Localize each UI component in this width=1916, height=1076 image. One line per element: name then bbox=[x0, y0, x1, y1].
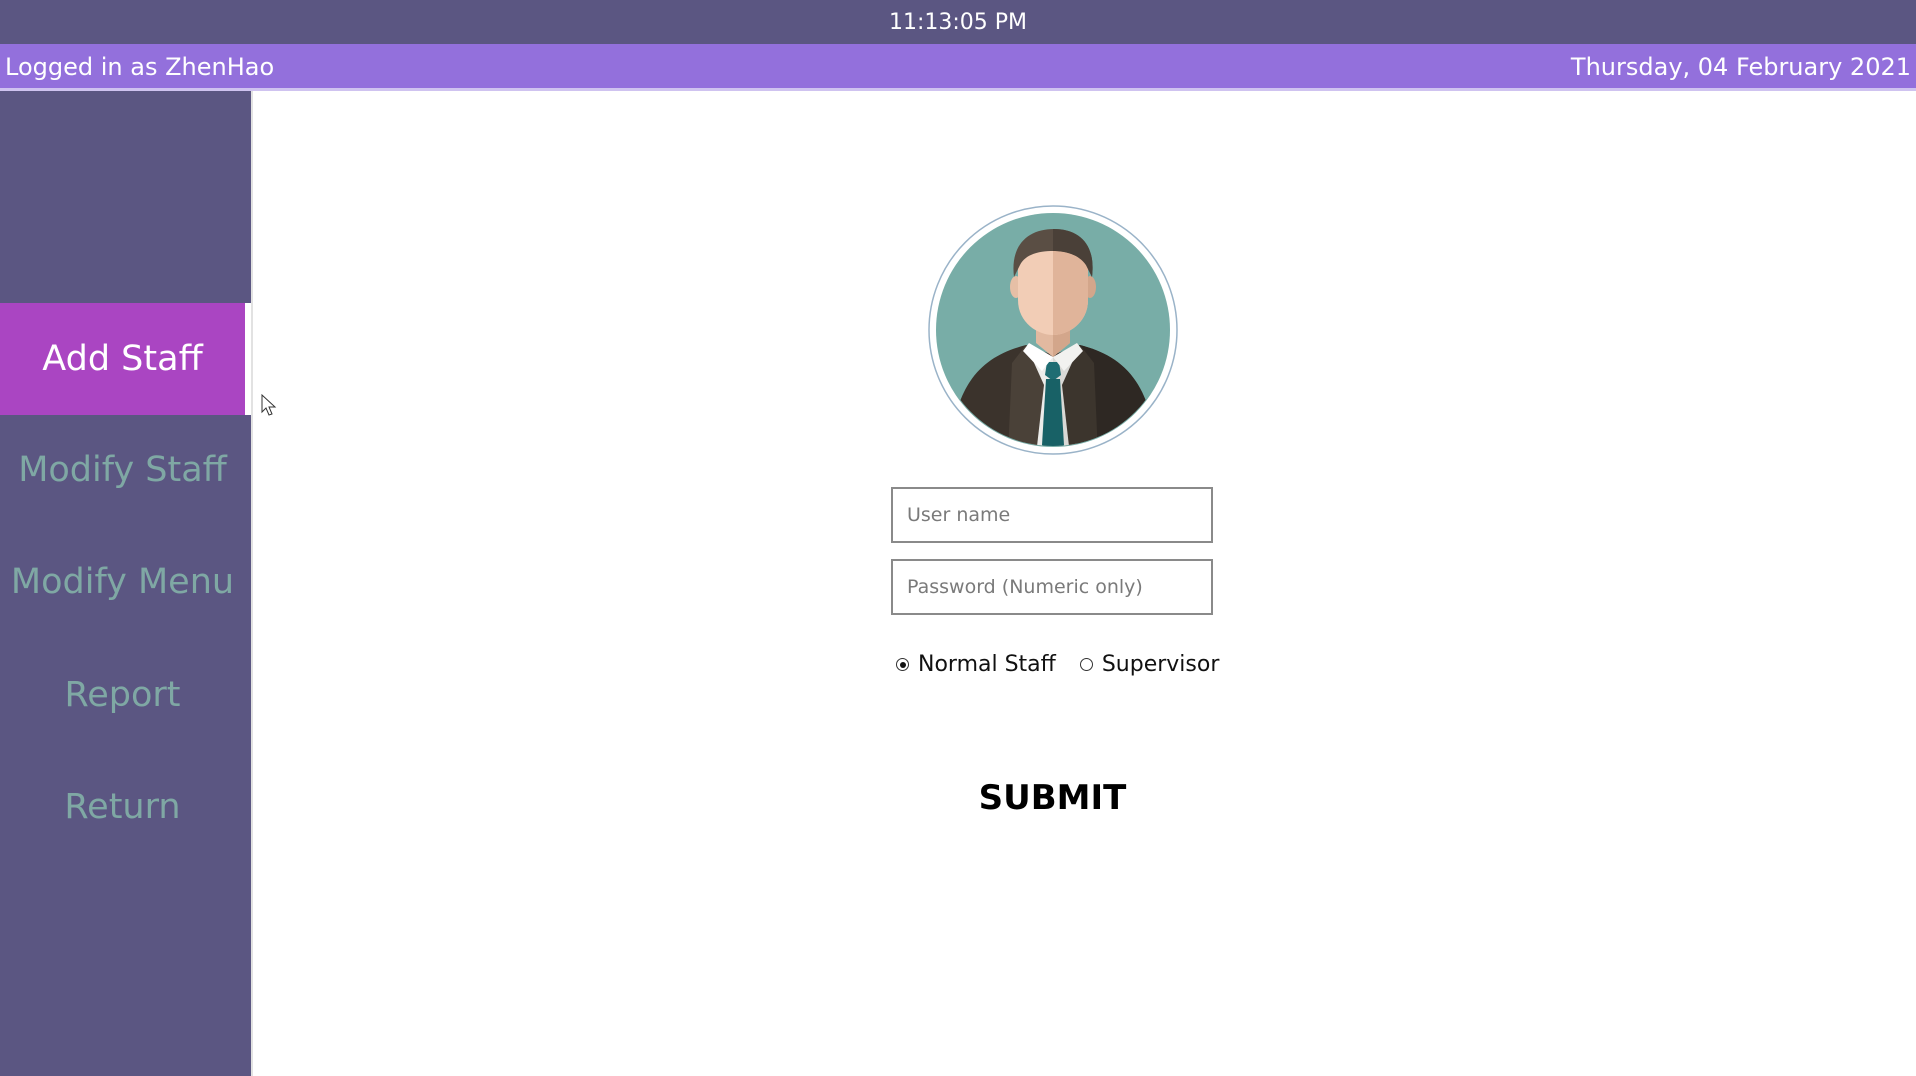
role-radio-group: Normal Staff Supervisor bbox=[896, 652, 1219, 677]
sidebar-item-modify-staff[interactable]: Modify Staff bbox=[0, 414, 245, 526]
app-window: 11:13:05 PM Logged in as ZhenHao Thursda… bbox=[0, 0, 1916, 1076]
sidebar-item-report[interactable]: Report bbox=[0, 639, 245, 751]
radio-supervisor[interactable]: Supervisor bbox=[1079, 652, 1220, 677]
password-input[interactable] bbox=[891, 559, 1213, 615]
mouse-pointer-icon bbox=[261, 394, 277, 416]
clock-text: 11:13:05 PM bbox=[888, 9, 1028, 35]
current-date: Thursday, 04 February 2021 bbox=[1570, 53, 1911, 81]
sidebar-item-label: Modify Staff bbox=[18, 450, 227, 490]
radio-button-selected[interactable] bbox=[896, 658, 909, 671]
sidebar-item-modify-menu[interactable]: Modify Menu bbox=[0, 526, 245, 638]
sidebar-item-return[interactable]: Return bbox=[0, 751, 245, 863]
active-item-indicator bbox=[245, 303, 251, 415]
sidebar-item-add-staff[interactable]: Add Staff bbox=[0, 303, 245, 415]
sidebar-item-label: Report bbox=[64, 675, 181, 715]
radio-normal-staff[interactable]: Normal Staff bbox=[896, 652, 1056, 677]
sidebar-divider bbox=[251, 91, 253, 1076]
radio-label: Normal Staff bbox=[918, 652, 1056, 677]
radio-button[interactable] bbox=[1079, 658, 1093, 671]
status-bar: Logged in as ZhenHao Thursday, 04 Februa… bbox=[0, 44, 1916, 90]
logged-in-user: Logged in as ZhenHao bbox=[5, 53, 275, 81]
submit-button[interactable]: SUBMIT bbox=[940, 770, 1165, 826]
sidebar-item-label: Return bbox=[64, 787, 181, 827]
status-bar-divider bbox=[0, 88, 1916, 91]
username-input[interactable] bbox=[891, 487, 1213, 543]
staff-avatar-icon bbox=[928, 205, 1178, 455]
radio-label: Supervisor bbox=[1101, 652, 1220, 677]
sidebar-item-label: Modify Menu bbox=[10, 562, 235, 602]
sidebar-item-label: Add Staff bbox=[42, 339, 203, 379]
clock-bar: 11:13:05 PM bbox=[0, 0, 1916, 44]
